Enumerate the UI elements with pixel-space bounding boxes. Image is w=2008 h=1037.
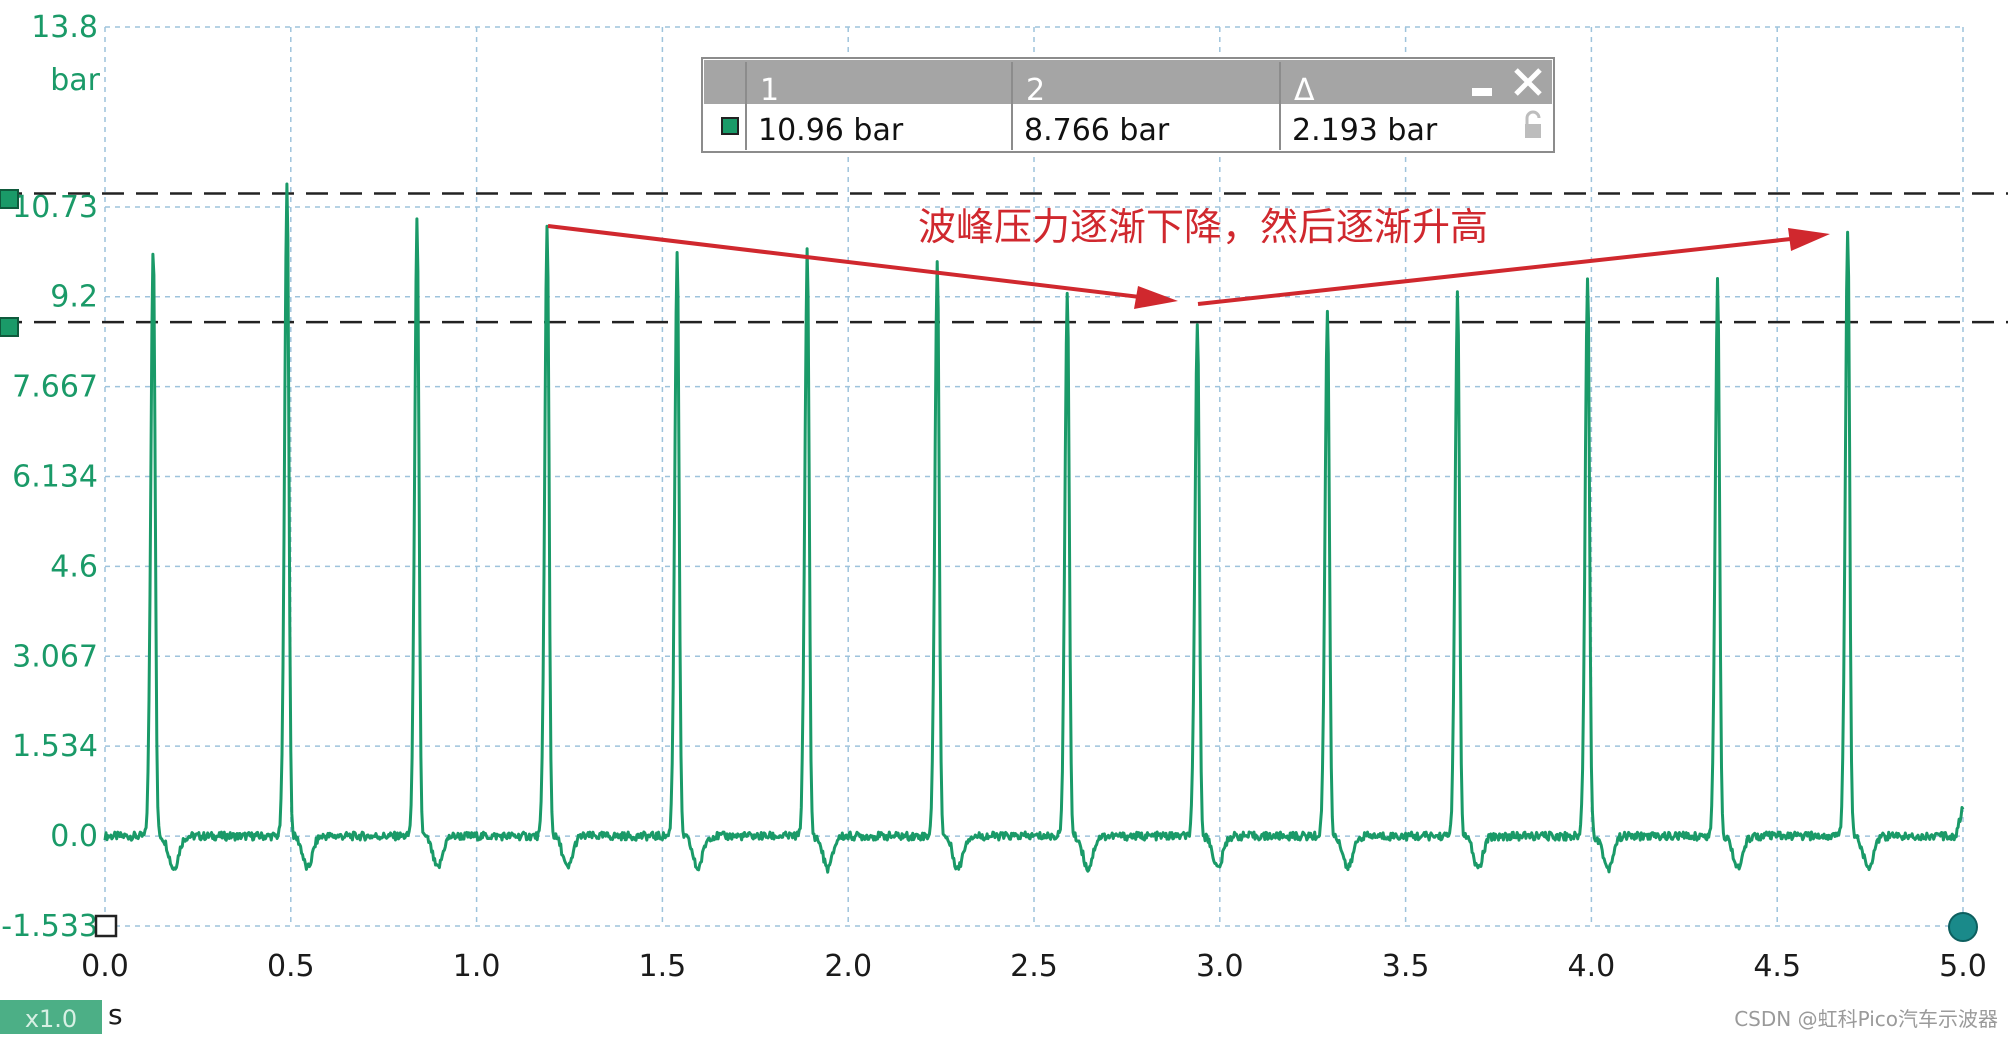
x-tick-label: 0.5 (267, 949, 315, 984)
chart-background (0, 0, 2008, 1037)
x-tick-label: 0.0 (81, 949, 129, 984)
x-tick-label: 2.5 (1010, 949, 1058, 984)
channel-color-swatch (721, 117, 739, 135)
readout-header-2: 2 (1026, 73, 1045, 108)
readout-value-2: 8.766 bar (1024, 113, 1170, 148)
readout-header-1: 1 (760, 73, 779, 108)
y-tick-label: 6.134 (12, 459, 98, 494)
y-tick-label: 0.0 (50, 819, 98, 854)
x-tick-label: 5.0 (1939, 949, 1987, 984)
x-tick-label: 4.5 (1753, 949, 1801, 984)
scope-chart: bar 13.8 10.73 9.2 7.667 6.134 4.6 3.067 1.534 0… (0, 0, 2008, 1037)
readout-header (704, 60, 1552, 104)
y-tick-label: -1.533 (1, 909, 98, 944)
ruler-marker[interactable] (94, 914, 118, 938)
y-tick-label: 4.6 (50, 549, 98, 584)
x-tick-label: 1.5 (639, 949, 687, 984)
y-axis-unit: bar (50, 63, 100, 98)
y-tick-label: 13.8 (31, 10, 98, 45)
trigger-marker[interactable] (1948, 912, 1978, 942)
readout-value-delta: 2.193 bar (1292, 113, 1438, 148)
minimize-icon[interactable] (1472, 88, 1492, 96)
x-axis-unit: s (108, 998, 123, 1031)
annotation-text: 波峰压力逐渐下降，然后逐渐升高 (918, 205, 1488, 249)
x-tick-label: 3.0 (1196, 949, 1244, 984)
x-tick-label: 2.0 (824, 949, 872, 984)
watermark: CSDN @虹科Pico汽车示波器 (1734, 1007, 1998, 1031)
y-tick-label: 9.2 (50, 280, 98, 315)
y-tick-label: 10.73 (12, 190, 98, 225)
cursor-readout-panel: 1 2 Δ 10.96 bar 8.766 bar 2.193 bar (701, 57, 1555, 153)
x-tick-label: 3.5 (1382, 949, 1430, 984)
x-tick-label: 1.0 (453, 949, 501, 984)
cursor-2-handle[interactable] (0, 317, 19, 337)
readout-header-delta: Δ (1294, 73, 1315, 108)
cursor-1-handle[interactable] (0, 189, 19, 209)
zoom-badge-label: x1.0 (25, 1005, 77, 1033)
y-tick-label: 3.067 (12, 639, 98, 674)
readout-value-1: 10.96 bar (758, 113, 904, 148)
x-tick-label: 4.0 (1568, 949, 1616, 984)
y-tick-label: 1.534 (12, 729, 98, 764)
y-tick-label: 7.667 (12, 370, 98, 405)
